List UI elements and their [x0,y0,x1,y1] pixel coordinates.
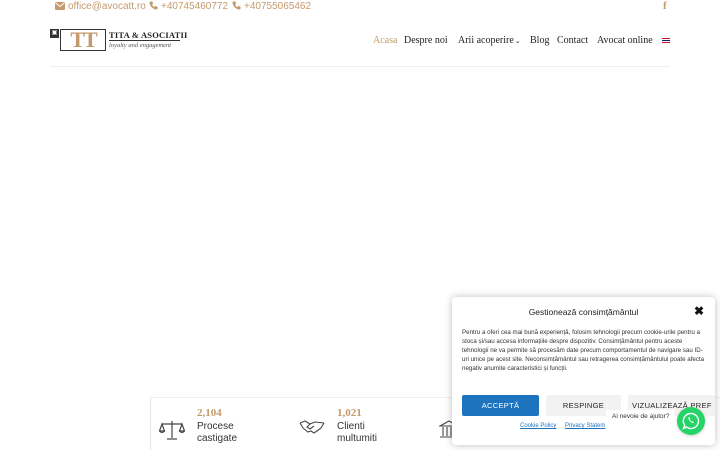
logo-divider [109,40,180,41]
chat-help-bubble[interactable]: Ai nevoie de ajutor? [606,410,674,434]
stat-clienti-line2: multumiti [337,433,378,444]
close-icon[interactable]: ✖ [694,304,704,318]
logo-mark: TT [60,29,106,51]
logo-badge-icon: ▣ [50,29,59,38]
phone-icon [232,1,241,12]
cookie-title: Gestionează consimțământul [528,307,639,317]
nav-item-acasa[interactable]: Acasa [373,35,397,46]
phone1-link[interactable]: +40745460772 [149,1,228,12]
accept-button[interactable]: ACCEPTĂ [462,395,539,416]
phone2-link[interactable]: +40755065462 [232,1,311,12]
phone1-text: +40745460772 [161,1,229,12]
privacy-statement-link[interactable]: Privacy Statem [565,423,605,429]
top-contact-bar: office@avocatt.ro +40745460772 +40755065… [0,0,720,14]
nav-item-avocat-online[interactable]: Avocat online [597,35,653,46]
facebook-icon[interactable]: f [663,0,667,12]
stat-clienti-number: 1,021 [337,407,362,419]
email-text: office@avocatt.ro [68,1,146,12]
nav-item-despre-noi[interactable]: Despre noi [404,35,448,46]
site-logo[interactable]: ▣ TT TITA & ASOCIATII loyalty and engage… [50,28,187,54]
stat-clienti-line1: Clienti [337,421,365,432]
phone2-text: +40755065462 [244,1,312,12]
logo-tagline: loyalty and engagement [109,42,172,49]
stat-procese-label: Procese castigate [197,421,237,445]
handshake-icon [299,420,325,434]
whatsapp-button[interactable] [677,407,705,435]
stat-clienti-label: Clienti multumiti [337,421,377,445]
stat-procese-number: 2,104 [197,407,222,419]
nav-item-arii-acoperire-label: Arii acoperire [458,35,514,46]
cookie-body-text: Pentru a oferi cea mai bună experiență, … [462,329,705,372]
nav-item-contact[interactable]: Contact [557,35,588,46]
email-link[interactable]: office@avocatt.ro [55,1,146,12]
stat-procese-line1: Procese [197,421,234,432]
chevron-down-icon: ⌄ [514,37,521,45]
logo-name: TITA & ASOCIATII [109,30,188,40]
stat-procese-line2: castigate [197,433,238,444]
header-divider [50,66,670,67]
envelope-icon [55,1,65,12]
nav-item-blog[interactable]: Blog [530,35,549,46]
phone-icon [149,1,158,12]
nav-item-arii-acoperire[interactable]: Arii acoperire⌄ [458,35,521,46]
scales-of-justice-icon [159,421,185,440]
english-flag-icon[interactable] [662,38,670,43]
whatsapp-icon [682,412,700,430]
cookie-consent-dialog: Gestionează consimțământul ✖ Pentru a of… [452,297,715,445]
cookie-policy-link[interactable]: Cookie Policy [520,423,556,429]
